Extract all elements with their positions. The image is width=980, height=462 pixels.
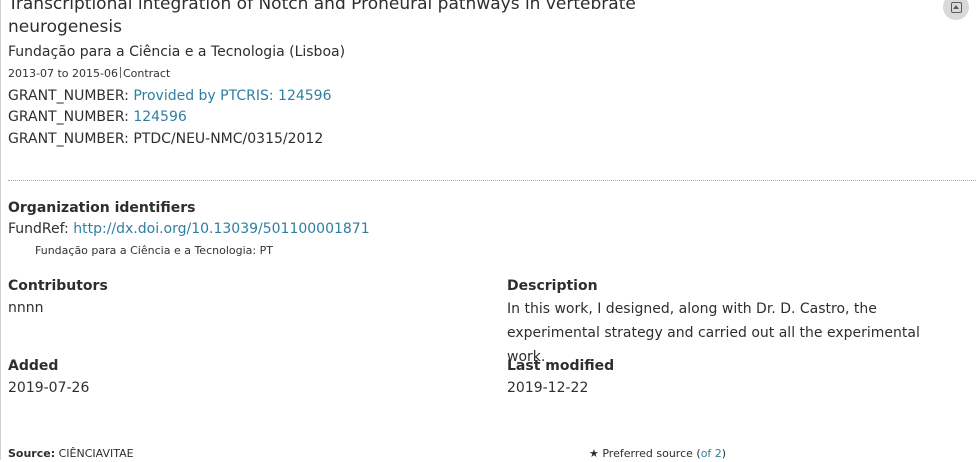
funder-name: Fundação para a Ciência e a Tecnologia (… [8,44,346,60]
meta-separator [119,67,121,78]
source-label: Source: [8,447,56,460]
fundref-link[interactable]: http://dx.doi.org/10.13039/501100001871 [73,221,369,237]
star-icon: ★ [589,447,599,460]
contributors-heading: Contributors [8,278,108,294]
grant-row: GRANT_NUMBER: 124596 [8,107,187,127]
preferred-close-paren: ) [721,447,727,460]
work-title: Transcriptional integration of Notch and… [8,0,636,37]
grant-link-ptcris[interactable]: Provided by PTCRIS: 124596 [133,88,331,104]
org-identifiers-heading: Organization identifiers [8,200,196,216]
last-modified-heading: Last modified [507,358,615,374]
grant-label: GRANT_NUMBER: [8,109,134,125]
contributors-value: nnnn [8,300,44,316]
grant-label: GRANT_NUMBER: [8,88,134,104]
fundref-label: FundRef: [8,221,74,237]
collapse-button[interactable] [943,0,969,20]
preferred-source-text: Preferred source ( [598,447,701,460]
fundref-note: Fundação para a Ciência e a Tecnologia: … [35,244,273,257]
collapse-square-icon [950,1,962,13]
last-modified-value: 2019-12-22 [507,380,589,396]
work-meta: 2013-07 to 2015-06 Contract [8,66,170,82]
grant-row: GRANT_NUMBER: PTDC/NEU-NMC/0315/2012 [8,129,323,149]
date-range: 2013-07 to 2015-06 [8,67,118,80]
grant-value: PTDC/NEU-NMC/0315/2012 [133,131,324,147]
other-sources-link[interactable]: of 2 [701,447,722,460]
grant-row: GRANT_NUMBER: Provided by PTCRIS: 124596 [8,86,331,106]
grant-label: GRANT_NUMBER: [8,131,134,147]
source-value: CIÊNCIAVITAE [55,447,134,460]
fundref-row: FundRef: http://dx.doi.org/10.13039/5011… [8,219,370,239]
work-type: Contract [122,67,171,80]
added-value: 2019-07-26 [8,380,90,396]
left-border [0,0,1,460]
section-divider [8,180,976,181]
description-heading: Description [507,278,598,294]
added-heading: Added [8,358,59,374]
grant-link-number[interactable]: 124596 [133,109,186,125]
